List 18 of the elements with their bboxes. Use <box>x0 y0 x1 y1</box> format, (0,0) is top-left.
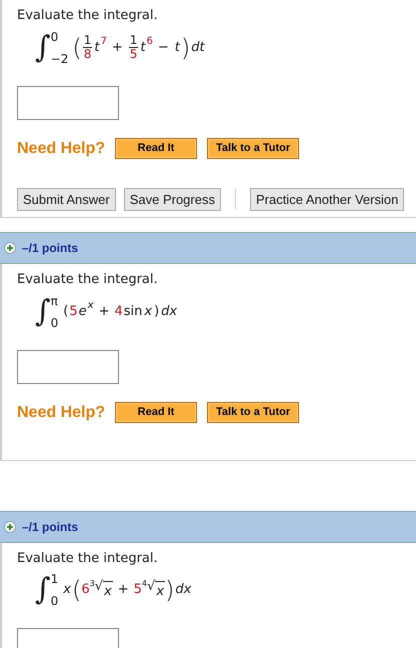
question-text: Evaluate the integral. <box>17 550 159 568</box>
tutor-button[interactable]: Talk to a Tutor <box>207 138 300 159</box>
tutor-button[interactable]: Talk to a Tutor <box>207 402 300 423</box>
need-help-label: Need Help? <box>17 402 106 422</box>
need-help-label: Need Help? <box>17 138 106 158</box>
question-text: Evaluate the integral. <box>17 7 159 25</box>
points-label: –/1 points <box>22 240 78 257</box>
expand-icon[interactable] <box>4 520 16 532</box>
expand-icon[interactable] <box>4 242 16 254</box>
practice-button[interactable]: Practice Another Version <box>250 188 404 211</box>
points-label: –/1 points <box>22 518 78 536</box>
submit-button[interactable]: Submit Answer <box>17 188 116 211</box>
save-button[interactable]: Save Progress <box>124 188 221 211</box>
answer-field[interactable] <box>17 350 119 384</box>
read-it-button[interactable]: Read It <box>115 402 198 423</box>
answer-field[interactable] <box>17 86 119 120</box>
read-it-button[interactable]: Read It <box>115 138 198 159</box>
question-text: Evaluate the integral. <box>17 271 159 289</box>
